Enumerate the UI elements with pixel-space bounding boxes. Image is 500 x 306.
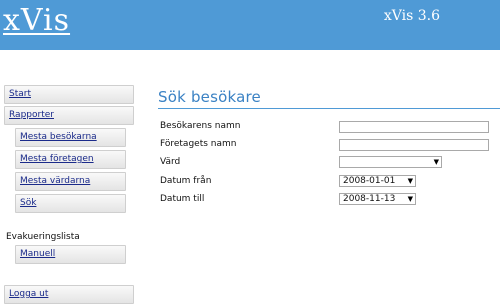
nav-rapporter[interactable]: Rapporter: [4, 106, 134, 125]
visitor-name-input[interactable]: [339, 121, 489, 133]
page-title: Sök besökare: [158, 88, 261, 106]
host-select[interactable]: ▼: [339, 156, 442, 168]
chevron-down-icon: ▼: [407, 195, 413, 203]
label-date-to: Datum till: [160, 194, 205, 204]
chevron-down-icon: ▼: [433, 158, 439, 166]
company-name-input[interactable]: [339, 139, 489, 151]
date-from-value: 2008-01-01: [343, 176, 396, 186]
title-divider: [158, 108, 500, 109]
nav-mesta-besokarna[interactable]: Mesta besökarna: [15, 128, 126, 147]
nav-mesta-vardarna[interactable]: Mesta värdarna: [15, 172, 126, 191]
label-company-name: Företagets namn: [160, 139, 237, 149]
chevron-down-icon: ▼: [407, 177, 413, 185]
nav-manuell[interactable]: Manuell: [15, 245, 126, 264]
nav-mesta-foretagen[interactable]: Mesta företagen: [15, 150, 126, 169]
date-to-select[interactable]: 2008-11-13 ▼: [339, 193, 416, 205]
logo[interactable]: xVis: [3, 2, 70, 40]
nav-logga-ut[interactable]: Logga ut: [4, 285, 134, 304]
app-version: xVis 3.6: [383, 8, 440, 24]
section-label-evakueringslista: Evakueringslista: [6, 232, 80, 242]
nav-sok[interactable]: Sök: [15, 194, 126, 213]
label-visitor-name: Besökarens namn: [160, 121, 241, 131]
date-to-value: 2008-11-13: [343, 194, 396, 204]
nav-start[interactable]: Start: [4, 85, 134, 104]
label-host: Värd: [160, 157, 181, 167]
label-date-from: Datum från: [160, 176, 212, 186]
app-header: xVis xVis 3.6: [0, 0, 500, 50]
date-from-select[interactable]: 2008-01-01 ▼: [339, 175, 416, 187]
